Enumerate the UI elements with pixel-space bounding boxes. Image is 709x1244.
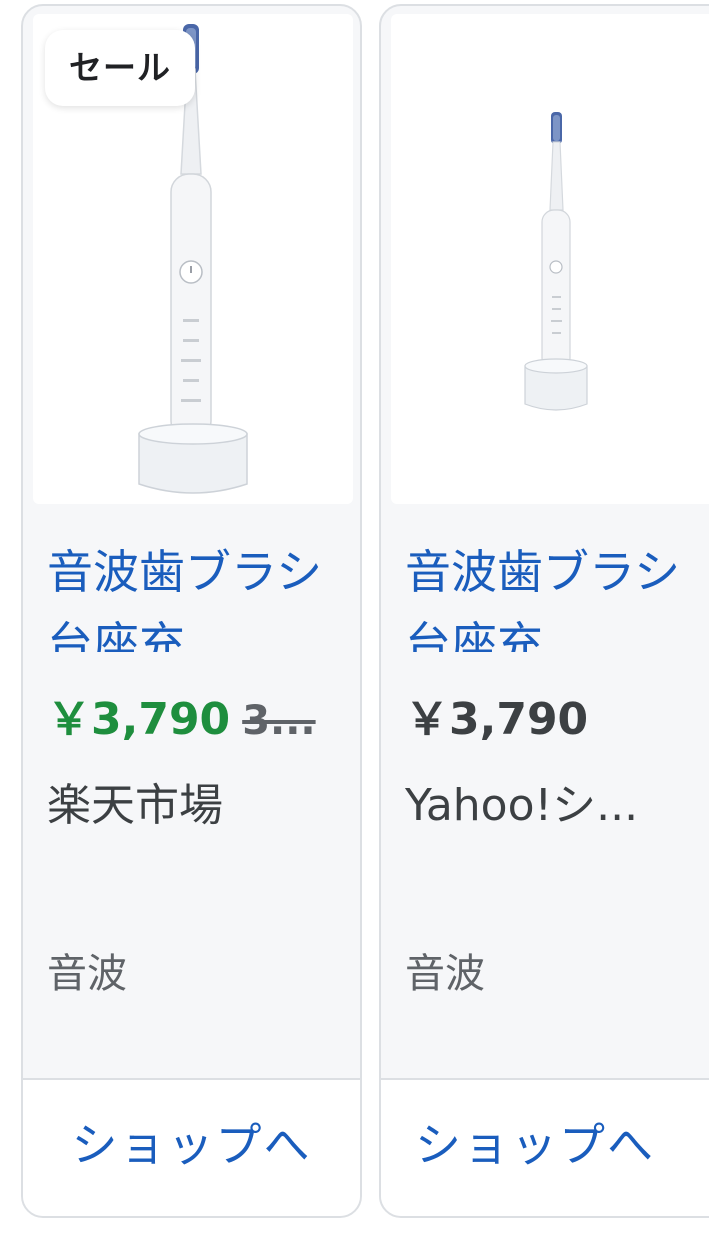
product-card[interactable]: セール 音波歯ブラシ 台座充 ￥3,790 3... 楽天市場 音波 ショップへ: [21, 4, 362, 1218]
go-to-shop-button[interactable]: ショップへ: [23, 1080, 360, 1216]
store-name: 楽天市場: [47, 780, 223, 831]
product-tag: 音波: [405, 951, 485, 997]
product-tag: 音波: [47, 951, 127, 997]
price-row: ￥3,790 3...: [47, 692, 357, 748]
product-image[interactable]: セール: [33, 14, 353, 504]
shopping-results-carousel: セール 音波歯ブラシ 台座充 ￥3,7903... 楽天市場 音波 ショップへ: [0, 0, 709, 1244]
sale-price: ￥3,790: [47, 694, 231, 745]
go-to-shop-label: ショップへ: [71, 1118, 312, 1172]
go-to-shop-button[interactable]: ショップへ: [381, 1080, 709, 1216]
product-title[interactable]: 音波歯ブラシ 台座充: [405, 536, 705, 652]
toothbrush-image: [524, 112, 588, 411]
product-title[interactable]: 音波歯ブラシ 台座充: [47, 536, 347, 652]
product-image[interactable]: [391, 14, 709, 504]
sale-badge: セール: [45, 30, 195, 106]
store-name: Yahoo!シ...: [405, 780, 639, 831]
product-card[interactable]: 音波歯ブラシ 台座充 ￥3,790 Yahoo!シ... 音波 ショップへ: [379, 4, 709, 1218]
original-price: 3...: [242, 698, 316, 744]
price: ￥3,790: [405, 694, 589, 745]
go-to-shop-label: ショップへ: [415, 1118, 655, 1172]
price-row: ￥3,790: [405, 692, 709, 748]
